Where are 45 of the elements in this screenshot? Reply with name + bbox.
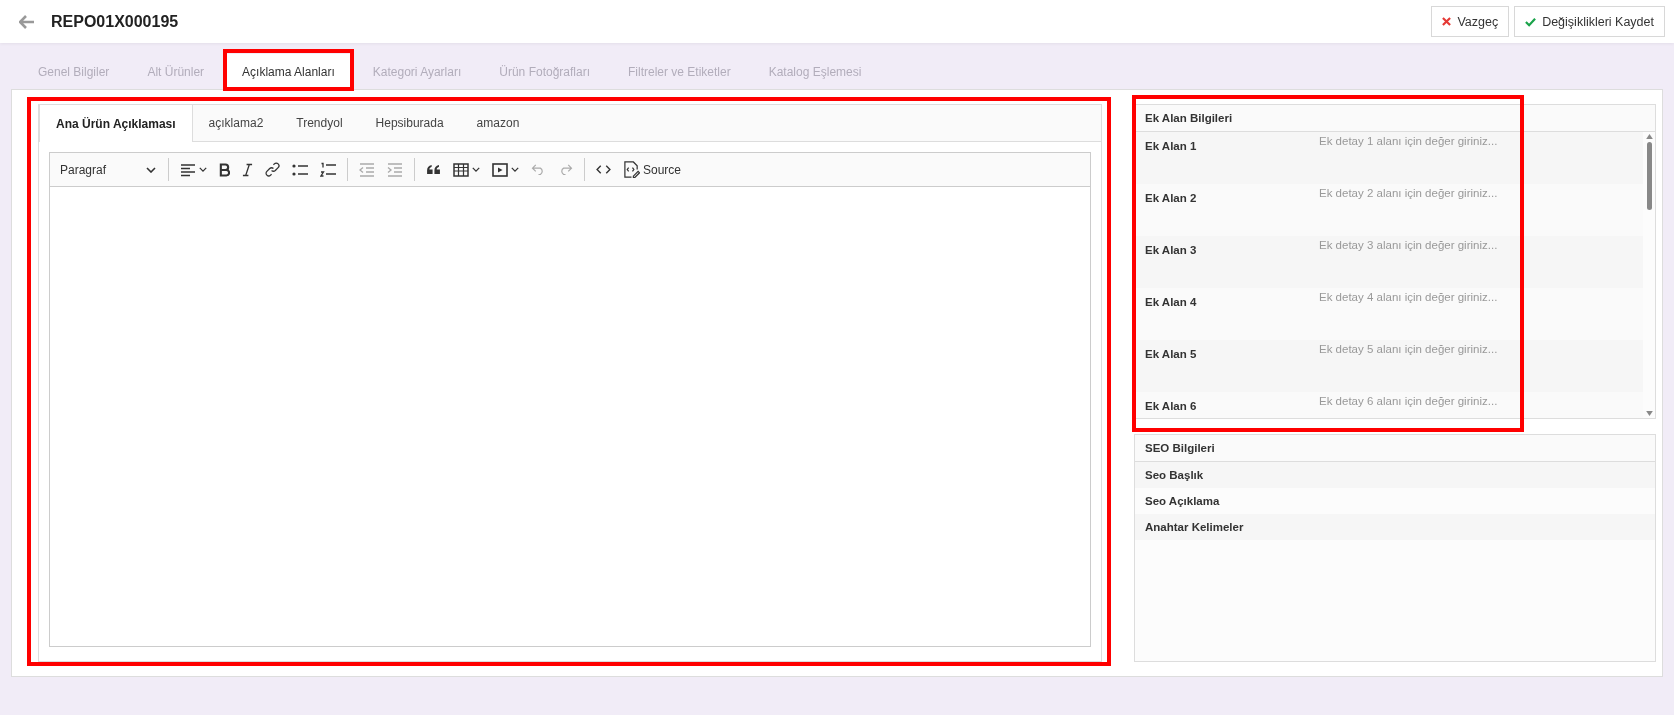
- field-label: Seo Açıklama: [1144, 494, 1221, 509]
- media-icon: [492, 162, 508, 177]
- checkmark-icon: [1525, 16, 1537, 27]
- code-icon: [596, 164, 611, 175]
- chevron-down-icon: [472, 167, 480, 172]
- field-label: Anahtar Kelimeler: [1135, 514, 1655, 540]
- cancel-button[interactable]: Vazgeç: [1431, 6, 1510, 37]
- undo-icon: [531, 164, 546, 175]
- paragraph-format-dropdown[interactable]: Paragraf: [54, 162, 162, 177]
- italic-icon: [242, 162, 253, 177]
- bold-icon: [219, 162, 230, 177]
- tab[interactable]: açıklama2: [192, 105, 281, 141]
- tab[interactable]: Hepsiburada: [359, 105, 461, 141]
- tab[interactable]: amazon: [460, 105, 537, 141]
- field-label: Ek Alan 5: [1135, 340, 1319, 392]
- chevron-down-icon: [199, 167, 207, 172]
- input-field[interactable]: Ek detay 1 alanı için değer giriniz...: [1319, 132, 1643, 184]
- input-field[interactable]: Ek detay 3 alanı için değer giriniz...: [1319, 236, 1643, 288]
- outdent-icon: [359, 162, 375, 177]
- tab[interactable]: Trendyol: [280, 105, 360, 141]
- tab[interactable]: Ana Ürün Açıklaması: [39, 105, 193, 142]
- field-label: Ek Alan 3: [1135, 236, 1319, 288]
- field-label: Ek Alan 1: [1135, 132, 1319, 184]
- source-button[interactable]: Source: [618, 157, 687, 182]
- numbered-list-icon: [320, 161, 336, 178]
- quote-icon: [426, 164, 441, 175]
- redo-icon: [558, 164, 573, 175]
- close-icon: [1442, 17, 1452, 26]
- page-title: REPO01X000195: [51, 12, 179, 31]
- save-button[interactable]: Değişiklikleri Kaydet: [1514, 6, 1665, 37]
- scrollbar[interactable]: [1643, 132, 1655, 418]
- input-field[interactable]: Ek detay 5 alanı için değer giriniz...: [1319, 340, 1643, 392]
- chevron-down-icon: [511, 167, 519, 172]
- table-icon: [453, 162, 469, 177]
- scroll-down-icon[interactable]: [1645, 411, 1653, 416]
- align-left-icon: [180, 162, 196, 177]
- back-arrow-icon[interactable]: [19, 14, 35, 29]
- chevron-down-icon: [146, 166, 156, 173]
- bulleted-list-icon: [292, 162, 308, 177]
- tab[interactable]: Açıklama Alanları: [225, 54, 352, 89]
- indent-icon: [387, 162, 403, 177]
- link-icon: [265, 162, 280, 177]
- scroll-up-icon[interactable]: [1645, 134, 1653, 139]
- source-icon: [623, 161, 640, 178]
- field-label: Seo Başlık: [1135, 462, 1655, 488]
